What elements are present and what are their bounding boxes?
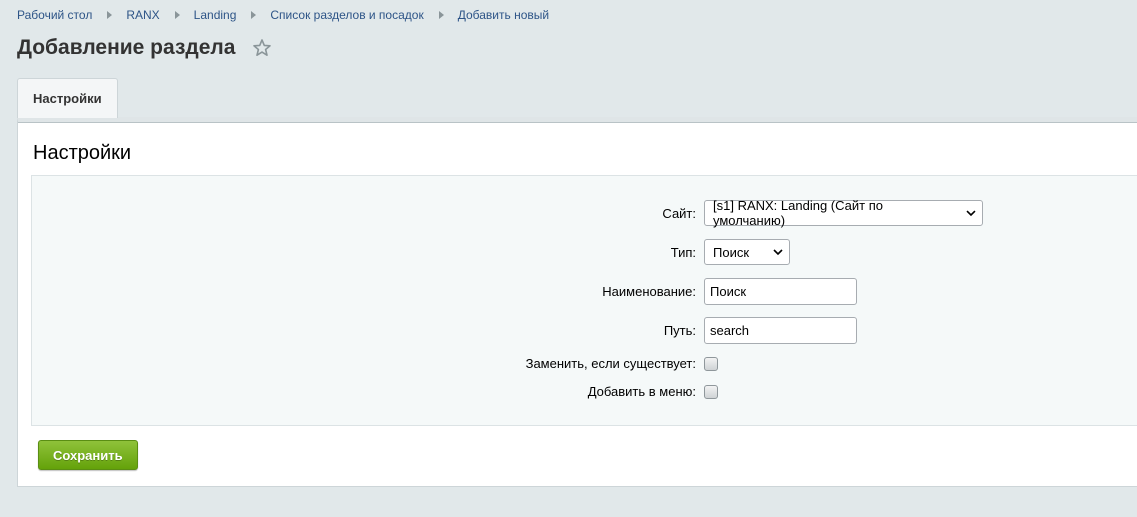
breadcrumb-arrow-icon bbox=[438, 11, 444, 19]
title-row: Добавление раздела bbox=[17, 36, 272, 60]
save-button[interactable]: Сохранить bbox=[38, 440, 138, 470]
page-title: Добавление раздела bbox=[17, 36, 236, 59]
name-input[interactable] bbox=[704, 278, 857, 305]
settings-form: Сайт: [s1] RANX: Landing (Сайт по умолча… bbox=[31, 175, 1137, 426]
form-row-name: Наименование: bbox=[32, 278, 1137, 305]
breadcrumb: Рабочий стол RANX Landing Список раздело… bbox=[17, 8, 549, 22]
form-row-site: Сайт: [s1] RANX: Landing (Сайт по умолча… bbox=[32, 198, 1137, 228]
form-row-add-menu: Добавить в меню: bbox=[32, 384, 1137, 399]
tab-bar: Настройки bbox=[17, 78, 118, 118]
replace-checkbox[interactable] bbox=[704, 356, 718, 371]
path-input[interactable] bbox=[704, 317, 857, 344]
form-row-type: Тип: Поиск bbox=[32, 239, 1137, 265]
path-label: Путь: bbox=[663, 323, 696, 338]
breadcrumb-item-desktop[interactable]: Рабочий стол bbox=[17, 8, 92, 22]
section-title: Настройки bbox=[33, 142, 132, 164]
name-label: Наименование: bbox=[602, 284, 696, 299]
breadcrumb-arrow-icon bbox=[251, 11, 257, 19]
star-icon[interactable] bbox=[252, 38, 272, 58]
breadcrumb-arrow-icon bbox=[174, 11, 180, 19]
chevron-down-icon bbox=[773, 248, 783, 255]
add-menu-label: Добавить в меню: bbox=[587, 384, 696, 399]
settings-panel: Настройки Сайт: [s1] RANX: Landing (Сайт… bbox=[17, 117, 1137, 487]
site-select[interactable]: [s1] RANX: Landing (Сайт по умолчанию) bbox=[704, 198, 983, 228]
breadcrumb-item-add-new[interactable]: Добавить новый bbox=[458, 8, 549, 22]
form-row-replace: Заменить, если существует: bbox=[32, 356, 1137, 371]
form-row-path: Путь: bbox=[32, 317, 1137, 344]
site-select-value: [s1] RANX: Landing (Сайт по умолчанию) bbox=[713, 198, 883, 228]
type-select[interactable]: Поиск bbox=[704, 239, 790, 265]
add-menu-checkbox[interactable] bbox=[704, 384, 718, 399]
replace-label: Заменить, если существует: bbox=[525, 356, 696, 371]
breadcrumb-item-sections-list[interactable]: Список разделов и посадок bbox=[270, 8, 423, 22]
site-label: Сайт: bbox=[662, 205, 696, 221]
type-select-value: Поиск bbox=[713, 244, 750, 260]
chevron-down-icon bbox=[966, 209, 976, 216]
breadcrumb-arrow-icon bbox=[107, 11, 113, 19]
breadcrumb-item-landing[interactable]: Landing bbox=[194, 8, 237, 22]
breadcrumb-item-ranx[interactable]: RANX bbox=[126, 8, 159, 22]
tab-settings[interactable]: Настройки bbox=[17, 78, 118, 118]
type-label: Тип: bbox=[670, 244, 696, 260]
panel-divider bbox=[18, 122, 1137, 123]
